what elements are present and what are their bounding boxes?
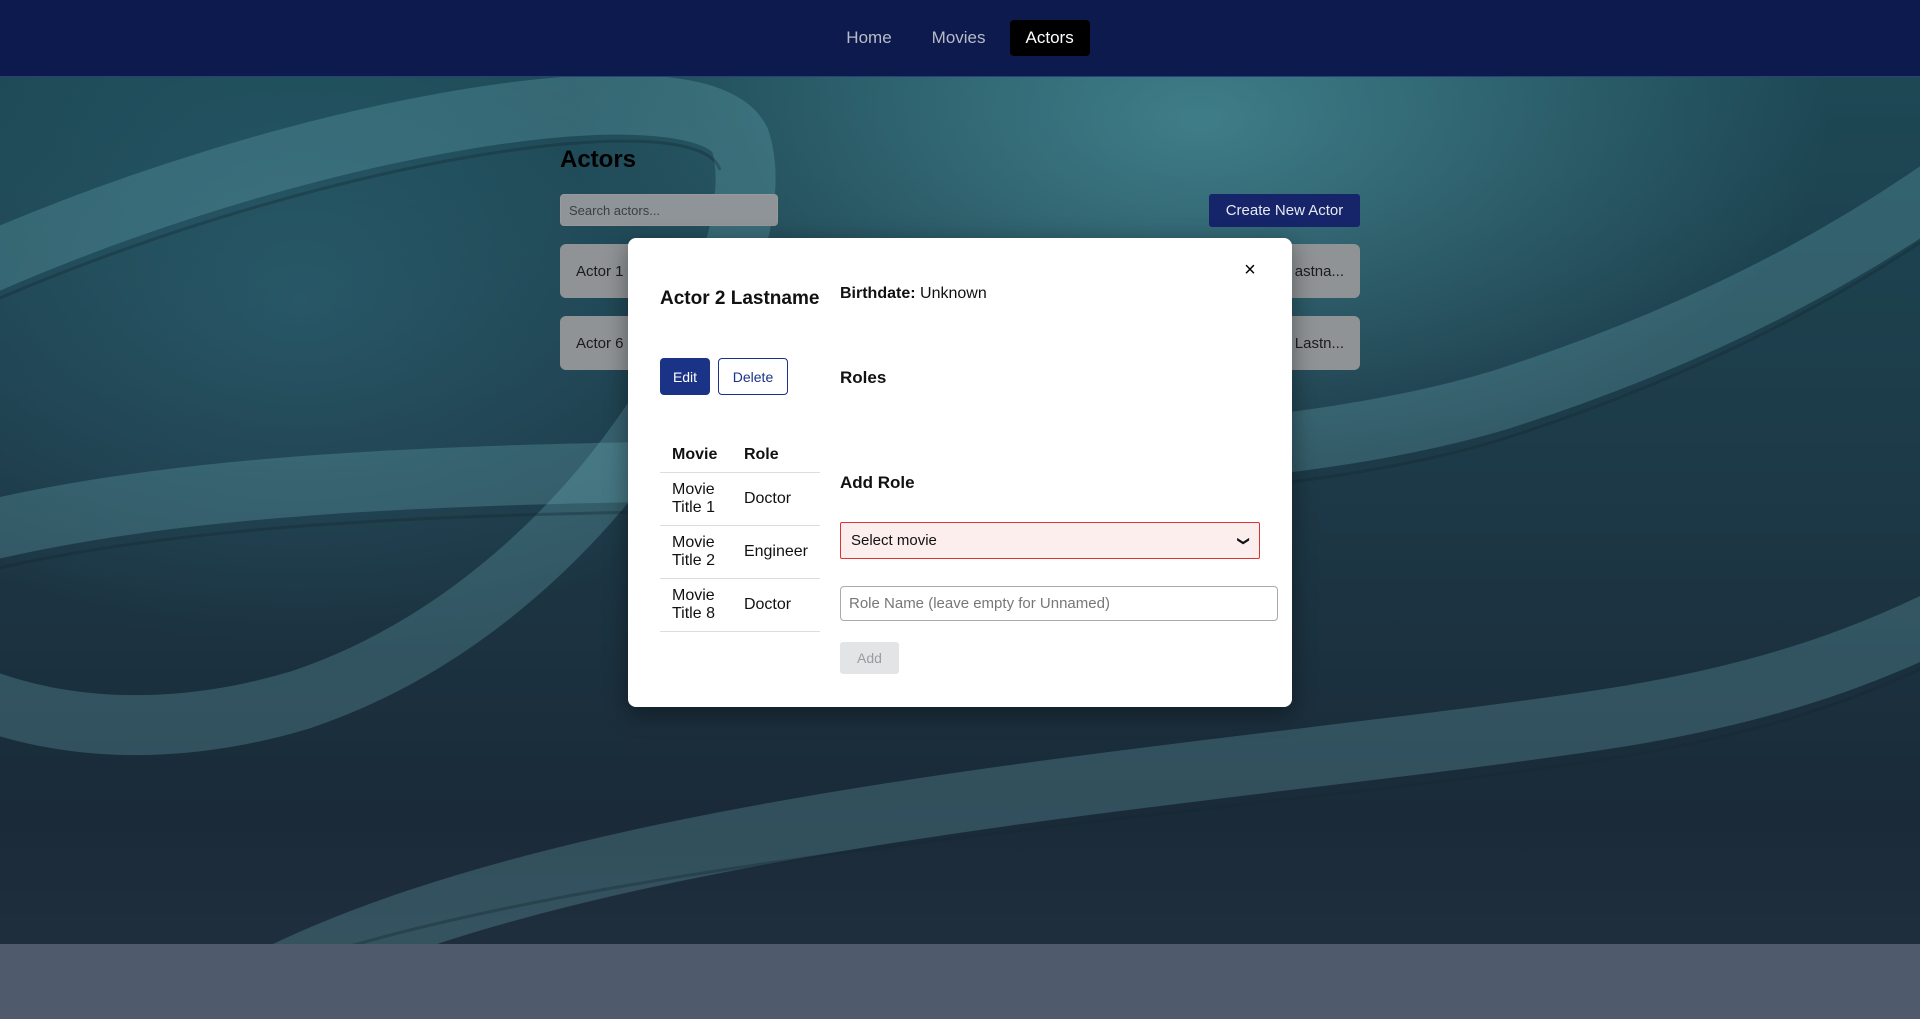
birthdate-label: Birthdate: [840,285,916,302]
actor-name: Actor 2 Lastname [660,288,820,309]
nav-actors[interactable]: Actors [1009,20,1090,56]
movie-title-line: Movie [672,480,715,498]
table-row: Movie Title 8 Doctor [660,578,820,632]
close-icon[interactable]: × [1238,258,1262,282]
actor-card-label: astna... [1294,262,1344,280]
actor-card-label: Lastn... [1294,334,1344,352]
role-cell: Engineer [731,525,820,579]
movie-title-line: Movie [672,533,715,551]
role-cell: Doctor [731,472,820,526]
add-role-heading: Add Role [840,473,915,492]
actor-detail-modal: × Actor 2 Lastname Edit Delete Movie Rol… [628,238,1292,707]
column-header-movie: Movie [660,438,732,473]
roles-heading: Roles [840,368,887,387]
actor-card-label: Actor 6 [576,334,624,352]
chevron-down-icon: ❯ [1236,535,1251,546]
search-input[interactable] [560,194,778,226]
movie-cell: Movie Title 8 [660,578,732,632]
movie-cell: Movie Title 2 [660,525,732,579]
add-role-button[interactable]: Add [840,642,899,674]
footer-band [0,944,1920,1019]
movie-select-value: Select movie [851,532,937,549]
role-name-input[interactable] [840,586,1278,621]
movie-title-line: Title 2 [672,551,715,569]
table-header-row: Movie Role [660,438,820,473]
top-navbar: Home Movies Actors [0,0,1920,77]
edit-button[interactable]: Edit [660,358,710,395]
table-row: Movie Title 2 Engineer [660,525,820,579]
actor-card-label: Actor 1 [576,262,624,280]
nav-movies[interactable]: Movies [916,20,1002,56]
role-cell: Doctor [731,578,820,632]
create-actor-button[interactable]: Create New Actor [1209,194,1360,227]
nav-home[interactable]: Home [830,20,907,56]
page-title: Actors [560,146,637,173]
movie-title-line: Movie [672,586,715,604]
birthdate-value: Unknown [920,285,987,302]
movie-select[interactable]: Select movie ❯ [840,522,1260,559]
movie-title-line: Title 1 [672,498,715,516]
birthdate: Birthdate: Unknown [840,285,987,303]
movie-cell: Movie Title 1 [660,472,732,526]
table-row: Movie Title 1 Doctor [660,472,820,526]
roles-table: Movie Role Movie Title 1 Doctor Movie Titl… [660,438,820,632]
delete-button[interactable]: Delete [718,358,788,395]
column-header-role: Role [731,438,820,473]
movie-title-line: Title 8 [672,604,715,622]
